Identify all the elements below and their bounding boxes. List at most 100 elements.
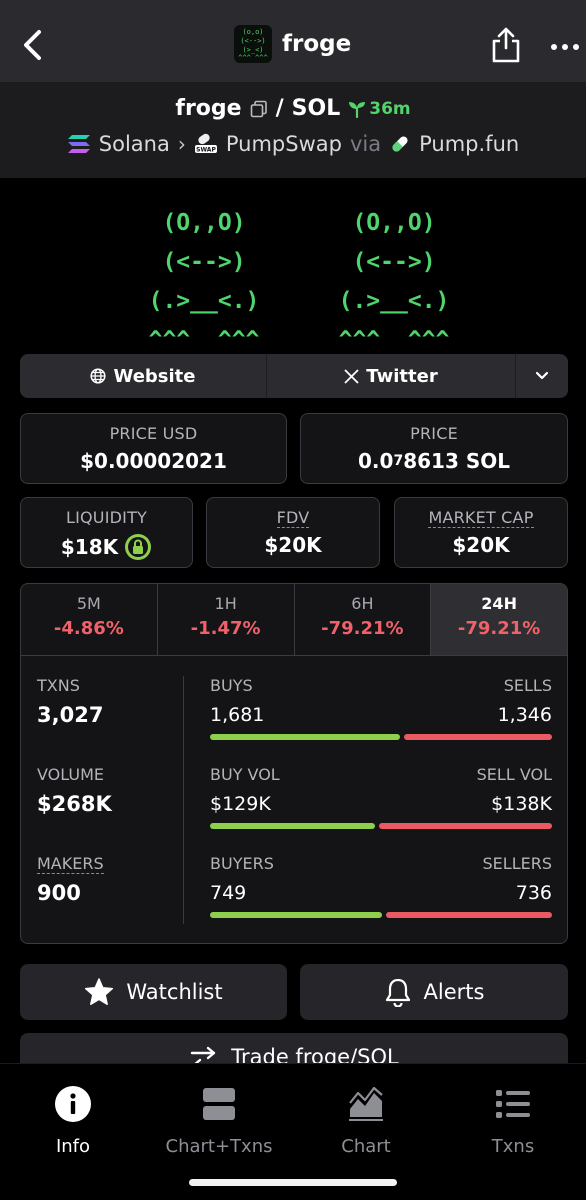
- alerts-label: Alerts: [423, 980, 485, 1004]
- pair-header: froge / SOL 36m Solana › SWAP PumpSwap v…: [0, 82, 586, 178]
- pair-quote: SOL: [291, 96, 341, 121]
- tab-6h[interactable]: 6H -79.21%: [295, 584, 432, 655]
- back-arrow-icon[interactable]: [18, 26, 48, 64]
- nav-info[interactable]: Info: [0, 1084, 146, 1157]
- pair-age-value: 36m: [369, 98, 411, 119]
- price-native-card: PRICE 0.0 7 8613 SOL: [300, 413, 568, 484]
- top-nav-bar: (o,o) (<-->) (>_<) ^^^ ^^^ froge: [0, 0, 586, 82]
- nav-chart-txns[interactable]: Chart+Txns: [146, 1084, 292, 1157]
- website-button[interactable]: Website: [20, 354, 267, 398]
- copy-icon[interactable]: [250, 100, 268, 118]
- liquidity-label: LIQUIDITY: [65, 508, 148, 527]
- txns-label: TXNS: [37, 676, 80, 695]
- market-cap-value: $20K: [452, 533, 510, 557]
- buyers-sellers-bar: [210, 912, 552, 918]
- more-options-icon[interactable]: [550, 42, 580, 52]
- fdv-label[interactable]: FDV: [276, 508, 310, 528]
- price-usd-label: PRICE USD: [109, 424, 198, 443]
- liquidity-value-row: $18K: [21, 533, 192, 561]
- nav-txns[interactable]: Txns: [440, 1084, 586, 1157]
- buy-vol-value: $129K: [210, 793, 271, 815]
- website-label: Website: [113, 365, 196, 387]
- chevron-right-icon: ›: [177, 132, 186, 156]
- sells-bar: [403, 734, 552, 740]
- price-native-label: PRICE: [410, 424, 458, 443]
- chain-dex-line: Solana › SWAP PumpSwap via Pump.fun: [0, 132, 586, 156]
- sell-vol-label: SELL VOL: [476, 765, 552, 784]
- pumpswap-icon: SWAP: [194, 133, 217, 154]
- tab-5m[interactable]: 5M -4.86%: [21, 584, 158, 655]
- bell-icon: [385, 978, 410, 1007]
- txns-metric: TXNS 3,027: [37, 676, 103, 727]
- alerts-button[interactable]: Alerts: [300, 964, 568, 1020]
- token-banner: (O,,O) (<-->) (.>__<.) ^^^ ^^^ (O,,O) (<…: [0, 178, 586, 374]
- sprout-icon: [349, 101, 366, 118]
- token-name: froge: [282, 31, 352, 57]
- makers-label[interactable]: MAKERS: [37, 854, 104, 874]
- split-view-icon: [203, 1088, 235, 1120]
- area-chart-icon: [349, 1087, 383, 1121]
- buyers-bar: [210, 912, 383, 918]
- buys-label: BUYS: [210, 676, 253, 695]
- price-usd-card: PRICE USD $0.00002021: [20, 413, 287, 484]
- chevron-down-icon: [535, 371, 549, 380]
- watchlist-button[interactable]: Watchlist: [20, 964, 287, 1020]
- home-indicator: [189, 1179, 397, 1186]
- timeframe-tabs: 5M -4.86% 1H -1.47% 6H -79.21% 24H -79.2…: [21, 584, 567, 656]
- market-cap-label[interactable]: MARKET CAP: [428, 508, 534, 528]
- list-icon: [496, 1090, 530, 1118]
- market-cap-card: MARKET CAP $20K: [394, 497, 568, 568]
- buys-bar: [210, 734, 400, 740]
- launchpad-name[interactable]: Pump.fun: [419, 132, 519, 156]
- chain-name[interactable]: Solana: [99, 132, 170, 156]
- sell-vol-bar: [379, 823, 552, 829]
- buys-sells-bar: [210, 734, 552, 740]
- nav-chart-label: Chart: [341, 1136, 391, 1157]
- pair-base: froge: [175, 96, 242, 121]
- nav-info-label: Info: [55, 1136, 91, 1157]
- liquidity-card: LIQUIDITY $18K: [20, 497, 193, 568]
- makers-metric: MAKERS 900: [37, 854, 104, 905]
- watchlist-label: Watchlist: [126, 980, 223, 1004]
- volume-value: $268K: [37, 792, 112, 816]
- nav-txns-label: Txns: [491, 1136, 535, 1157]
- info-icon: [55, 1086, 91, 1122]
- sellers-value: 736: [515, 882, 552, 904]
- price-native-value: 0.0 7 8613 SOL: [358, 449, 510, 473]
- nav-chart[interactable]: Chart: [293, 1084, 439, 1157]
- share-icon[interactable]: [489, 26, 523, 64]
- buyers-sellers-row: BUYERS SELLERS 749 736: [210, 854, 552, 924]
- buyers-value: 749: [210, 882, 247, 904]
- twitter-label: Twitter: [366, 365, 438, 387]
- volume-metric: VOLUME $268K: [37, 765, 112, 816]
- lock-icon[interactable]: [124, 533, 152, 561]
- makers-value: 900: [37, 881, 81, 905]
- buy-vol-label: BUY VOL: [210, 765, 280, 784]
- volume-split-bar: [210, 823, 552, 829]
- stats-divider: [183, 676, 184, 924]
- frog-ascii-art-left: (O,,O) (<-->) (.>__<.) ^^^ ^^^: [148, 210, 260, 353]
- volume-label: VOLUME: [37, 765, 104, 784]
- buyers-label: BUYERS: [210, 854, 274, 873]
- nav-chart-txns-label: Chart+Txns: [165, 1136, 273, 1157]
- volume-split-row: BUY VOL SELL VOL $129K $138K: [210, 765, 552, 835]
- x-logo-icon: [344, 368, 359, 384]
- dex-name[interactable]: PumpSwap: [226, 132, 342, 156]
- pair-age: 36m: [348, 98, 411, 119]
- globe-icon: [90, 368, 107, 384]
- txns-value: 3,027: [37, 703, 104, 727]
- pill-icon: [392, 136, 408, 152]
- star-icon: [85, 978, 114, 1005]
- tab-1h[interactable]: 1H -1.47%: [158, 584, 295, 655]
- via-label: via: [349, 132, 382, 156]
- fdv-value: $20K: [264, 533, 322, 557]
- liquidity-value: $18K: [60, 535, 119, 559]
- more-links-dropdown[interactable]: [516, 354, 568, 398]
- buy-vol-bar: [210, 823, 376, 829]
- tab-24h[interactable]: 24H -79.21%: [431, 584, 567, 655]
- stats-panel: 5M -4.86% 1H -1.47% 6H -79.21% 24H -79.2…: [20, 583, 568, 944]
- price-usd-value: $0.00002021: [80, 449, 227, 473]
- buys-sells-row: BUYS SELLS 1,681 1,346: [210, 676, 552, 746]
- sells-value: 1,346: [497, 704, 552, 726]
- twitter-button[interactable]: Twitter: [267, 354, 516, 398]
